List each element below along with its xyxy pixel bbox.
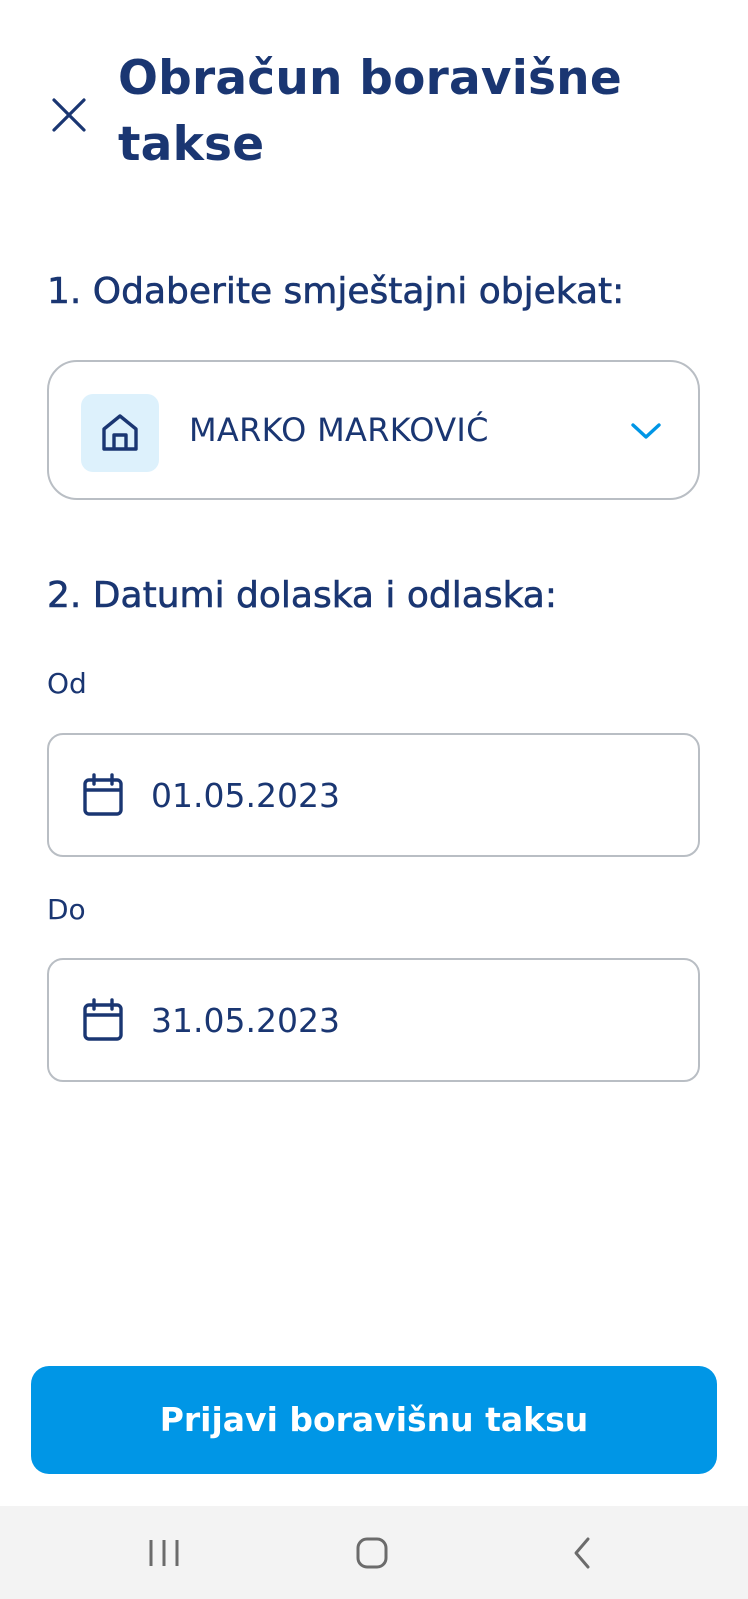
- date-to-label: Do: [47, 893, 86, 926]
- home-nav-button[interactable]: [342, 1530, 402, 1576]
- back-button[interactable]: [552, 1530, 612, 1576]
- recents-button[interactable]: [134, 1530, 194, 1576]
- system-navigation-bar: [0, 1506, 748, 1599]
- date-to-value: 31.05.2023: [151, 1001, 340, 1040]
- property-select[interactable]: MARKO MARKOVIĆ: [47, 360, 700, 500]
- recents-icon: [149, 1540, 179, 1566]
- calendar-icon: [83, 773, 123, 816]
- home-icon: [102, 414, 138, 451]
- submit-tax-button[interactable]: Prijavi boravišnu taksu: [31, 1366, 717, 1474]
- date-from-field[interactable]: 01.05.2023: [47, 733, 700, 857]
- date-from-label: Od: [47, 667, 87, 700]
- close-icon: [52, 98, 86, 132]
- close-button[interactable]: [44, 92, 96, 144]
- back-icon: [574, 1537, 590, 1569]
- chevron-down-icon: [631, 423, 661, 439]
- screen: Obračun boravišne takse 1. Odaberite smj…: [0, 0, 748, 1599]
- property-select-value: MARKO MARKOVIĆ: [189, 411, 489, 449]
- section-property-label: 1. Odaberite smještajni objekat:: [47, 271, 625, 313]
- calendar-icon: [83, 998, 123, 1041]
- home-outline-icon: [356, 1537, 388, 1569]
- home-icon-tile: [81, 394, 159, 472]
- section-dates-label: 2. Datumi dolaska i odlaska:: [47, 575, 558, 617]
- page-title: Obračun boravišne takse: [118, 51, 622, 172]
- date-from-value: 01.05.2023: [151, 776, 340, 815]
- date-to-field[interactable]: 31.05.2023: [47, 958, 700, 1082]
